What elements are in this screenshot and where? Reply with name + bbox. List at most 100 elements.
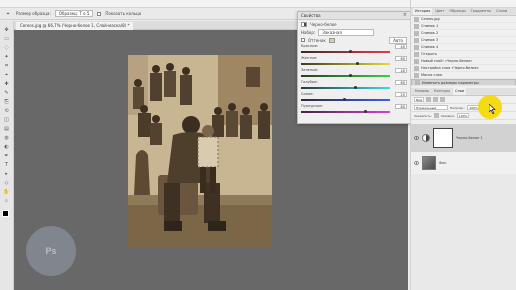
layer-row-background[interactable]: Фон bbox=[411, 154, 516, 172]
history-item-label: Новый слой: «Черно-белое» bbox=[421, 59, 473, 63]
hand-icon[interactable]: ✋ bbox=[3, 188, 11, 195]
layer-kind-select[interactable]: Вид bbox=[414, 97, 425, 102]
history-item[interactable]: Снимок 3 bbox=[411, 37, 516, 44]
path-select-icon[interactable]: ▸ bbox=[3, 170, 11, 177]
history-item-label: Настройка слоя «Черно-белое» bbox=[421, 66, 479, 70]
blend-mode-select[interactable]: Нормальный bbox=[414, 105, 448, 110]
adjustment-name-row: Черно-белое bbox=[298, 20, 410, 28]
history-state-icon bbox=[414, 51, 419, 57]
lock-label: Закрепить: bbox=[414, 113, 432, 118]
marquee-icon[interactable]: ▭ bbox=[3, 35, 11, 42]
pen-icon[interactable]: ✒ bbox=[3, 152, 11, 159]
slider-value-field[interactable]: 20 bbox=[395, 92, 407, 97]
slider-track[interactable] bbox=[301, 75, 390, 77]
slider-row: Красные: 40 bbox=[298, 44, 410, 56]
layer-mask-thumbnail[interactable] bbox=[433, 128, 453, 148]
gradient-icon[interactable]: ▤ bbox=[3, 125, 11, 132]
slider-knob[interactable] bbox=[353, 86, 357, 89]
history-item[interactable]: Изменить размеры параметры bbox=[411, 79, 516, 86]
stamp-icon[interactable]: ⎘ bbox=[3, 98, 11, 105]
history-state-icon bbox=[414, 72, 419, 78]
slider-track[interactable] bbox=[301, 87, 390, 89]
eyedropper-icon[interactable]: ⌖ bbox=[3, 71, 11, 78]
history-item-label: Cereos.jpg bbox=[421, 17, 440, 21]
fill-field[interactable]: 100% bbox=[456, 113, 470, 118]
tint-checkbox[interactable] bbox=[301, 38, 305, 42]
move-icon[interactable]: ✥ bbox=[3, 26, 11, 33]
eyedropper-tool-icon[interactable]: ⌖ bbox=[4, 10, 12, 17]
slider-label: Голубые: bbox=[301, 80, 318, 84]
lasso-icon[interactable]: ◌ bbox=[3, 44, 11, 51]
layers-tab[interactable]: Каналы bbox=[413, 88, 431, 95]
visibility-eye-icon[interactable] bbox=[414, 161, 419, 165]
filter-pixel-icon[interactable] bbox=[426, 97, 432, 102]
slider-value-field[interactable]: 80 bbox=[395, 104, 407, 109]
auto-button[interactable]: Авто bbox=[389, 36, 407, 44]
preset-row: Набор: Заказная bbox=[298, 28, 410, 36]
preset-select[interactable]: Заказная bbox=[318, 28, 375, 36]
filter-type-icon[interactable] bbox=[440, 97, 446, 102]
history-tab[interactable]: Градиенты bbox=[469, 8, 493, 15]
filter-adjust-icon[interactable] bbox=[433, 97, 439, 102]
tools-panel: ✥ ▭ ◌ ✦ ⌗ ⌖ ✚ ✎ ⎘ ⟲ ◫ ▤ ◍ ◐ ✒ T ▸ ◇ ✋ ⌕ bbox=[0, 21, 14, 290]
slider-label: Желтые: bbox=[301, 56, 318, 60]
slider-value-field[interactable]: 40 bbox=[395, 68, 407, 73]
history-tab[interactable]: История bbox=[413, 8, 433, 15]
history-item[interactable]: Снимок 2 bbox=[411, 30, 516, 37]
zoom-icon[interactable]: ⌕ bbox=[3, 197, 11, 204]
magic-wand-icon[interactable]: ✦ bbox=[3, 53, 11, 60]
close-icon[interactable]: × bbox=[403, 12, 407, 18]
slider-row: Пурпурные: 80 bbox=[298, 104, 410, 116]
history-brush-icon[interactable]: ⟲ bbox=[3, 107, 11, 114]
history-item[interactable]: Настройка слоя «Черно-белое» bbox=[411, 65, 516, 72]
healing-icon[interactable]: ✚ bbox=[3, 80, 11, 87]
slider-value-field[interactable]: 60 bbox=[395, 56, 407, 61]
layer-row-bw[interactable]: Черно-белое 1 bbox=[411, 124, 516, 152]
brush-icon[interactable]: ✎ bbox=[3, 89, 11, 96]
history-tab[interactable]: Образцы bbox=[447, 8, 467, 15]
history-state-icon bbox=[414, 65, 419, 71]
history-item-label: Снимок 4 bbox=[421, 45, 439, 49]
eraser-icon[interactable]: ◫ bbox=[3, 116, 11, 123]
type-icon[interactable]: T bbox=[3, 161, 11, 168]
tint-color-swatch[interactable] bbox=[328, 37, 335, 43]
layers-tab[interactable]: Слои bbox=[453, 88, 467, 95]
bw-adjustment-icon bbox=[301, 21, 307, 27]
history-item[interactable]: Cereos.jpg bbox=[411, 16, 516, 23]
history-tab[interactable]: Цвет bbox=[433, 8, 446, 15]
slider-label: Зеленые: bbox=[301, 68, 319, 72]
tint-row: Оттенок Авто bbox=[298, 36, 410, 44]
properties-header: Свойства × bbox=[298, 12, 410, 20]
slider-label: Синие: bbox=[301, 92, 314, 96]
slider-track[interactable] bbox=[301, 111, 390, 113]
document-tab[interactable]: Cereos.jpg @ 66,7% (Черно-белое 1, Слой-… bbox=[16, 22, 134, 30]
slider-track[interactable] bbox=[301, 51, 390, 53]
history-item[interactable]: Новый слой: «Черно-белое» bbox=[411, 58, 516, 65]
visibility-eye-icon[interactable] bbox=[414, 136, 419, 140]
history-tab[interactable]: Стили bbox=[494, 8, 509, 15]
show-ring-checkbox[interactable] bbox=[97, 11, 102, 16]
layers-tab[interactable]: Контуры bbox=[432, 88, 452, 95]
history-item[interactable]: Маска слоя bbox=[411, 72, 516, 79]
sample-select[interactable]: Образец: Т о 5 bbox=[54, 10, 94, 17]
history-item-label: Изменить размеры параметры bbox=[422, 80, 479, 85]
blur-icon[interactable]: ◍ bbox=[3, 134, 11, 141]
shape-icon[interactable]: ◇ bbox=[3, 179, 11, 186]
crop-icon[interactable]: ⌗ bbox=[3, 62, 11, 69]
foreground-color-swatch[interactable] bbox=[2, 210, 9, 217]
fill-label: Заливка: bbox=[440, 113, 455, 118]
slider-value-field[interactable]: 60 bbox=[395, 80, 407, 85]
slider-value-field[interactable]: 40 bbox=[395, 44, 407, 49]
slider-track[interactable] bbox=[301, 63, 390, 65]
document-image[interactable] bbox=[128, 55, 272, 248]
lock-icon[interactable] bbox=[433, 113, 439, 118]
history-tabs: История Цвет Образцы Градиенты Стили bbox=[411, 8, 516, 16]
history-item[interactable]: Открыть bbox=[411, 51, 516, 58]
background-thumbnail[interactable] bbox=[422, 156, 436, 170]
history-item[interactable]: Снимок 4 bbox=[411, 44, 516, 51]
properties-panel[interactable]: Свойства × Черно-белое Набор: Заказная О… bbox=[297, 11, 411, 124]
history-item[interactable]: Снимок 1 bbox=[411, 23, 516, 30]
slider-row: Желтые: 60 bbox=[298, 56, 410, 68]
dodge-icon[interactable]: ◐ bbox=[3, 143, 11, 150]
slider-knob[interactable] bbox=[355, 62, 359, 65]
